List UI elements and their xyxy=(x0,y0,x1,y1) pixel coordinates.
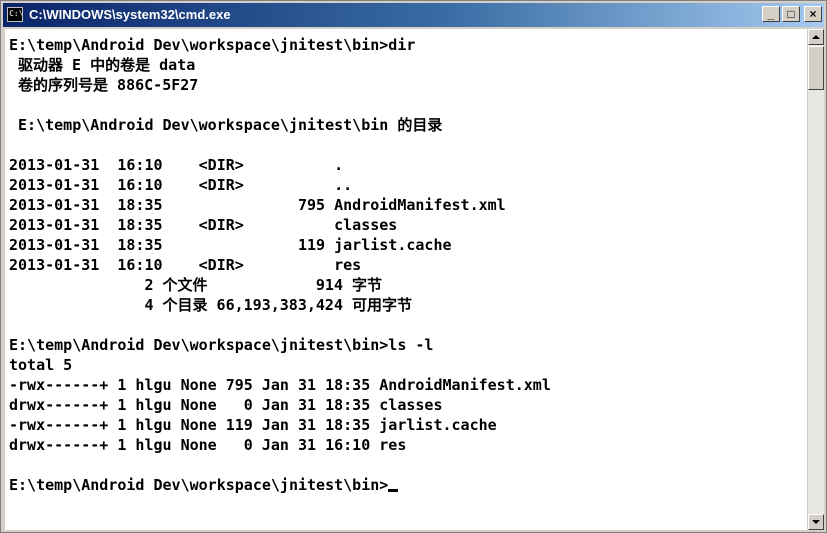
console-line: 2013-01-31 16:10 <DIR> res xyxy=(9,256,362,274)
command-prompt: E:\temp\Android Dev\workspace\jnitest\bi… xyxy=(9,476,389,494)
console-line: 2013-01-31 16:10 <DIR> .. xyxy=(9,176,353,194)
window-controls: _ □ × xyxy=(760,6,822,24)
arrow-down-icon xyxy=(812,520,820,524)
scroll-down-button[interactable] xyxy=(808,514,824,530)
console-line: 驱动器 E 中的卷是 data xyxy=(9,56,196,74)
arrow-up-icon xyxy=(812,35,820,39)
console-line: 2013-01-31 16:10 <DIR> . xyxy=(9,156,344,174)
cmd-window: C:\ C:\WINDOWS\system32\cmd.exe _ □ × E:… xyxy=(0,0,827,533)
console-line: -rwx------+ 1 hlgu None 119 Jan 31 18:35… xyxy=(9,416,497,434)
scrollbar-thumb[interactable] xyxy=(808,46,824,90)
console-line: drwx------+ 1 hlgu None 0 Jan 31 16:10 r… xyxy=(9,436,407,454)
minimize-button[interactable]: _ xyxy=(762,6,780,22)
console-line: drwx------+ 1 hlgu None 0 Jan 31 18:35 c… xyxy=(9,396,443,414)
cmd-app-icon-label: C:\ xyxy=(9,9,24,18)
console-line: 4 个目录 66,193,383,424 可用字节 xyxy=(9,296,413,314)
maximize-icon: □ xyxy=(787,7,795,21)
console-line: 卷的序列号是 886C-5F27 xyxy=(9,76,199,94)
console-line: 2 个文件 914 字节 xyxy=(9,276,383,294)
close-icon: × xyxy=(809,7,817,21)
command-prompt-line[interactable]: E:\temp\Android Dev\workspace\jnitest\bi… xyxy=(9,475,399,495)
maximize-button[interactable]: □ xyxy=(782,6,800,22)
scroll-up-button[interactable] xyxy=(808,29,824,45)
title-bar[interactable]: C:\ C:\WINDOWS\system32\cmd.exe _ □ × xyxy=(3,3,824,27)
minimize-icon: _ xyxy=(767,7,775,21)
close-button[interactable]: × xyxy=(804,6,822,22)
console-line: -rwx------+ 1 hlgu None 795 Jan 31 18:35… xyxy=(9,376,551,394)
text-cursor xyxy=(388,489,399,492)
console-line: 2013-01-31 18:35 795 AndroidManifest.xml xyxy=(9,196,506,214)
cmd-app-icon[interactable]: C:\ xyxy=(7,7,23,22)
console-line: total 5 xyxy=(9,356,73,374)
console-line: E:\temp\Android Dev\workspace\jnitest\bi… xyxy=(9,116,443,134)
vertical-scrollbar[interactable] xyxy=(808,29,824,530)
console-line: 2013-01-31 18:35 <DIR> classes xyxy=(9,216,398,234)
console-line: E:\temp\Android Dev\workspace\jnitest\bi… xyxy=(9,36,416,54)
console-line: 2013-01-31 18:35 119 jarlist.cache xyxy=(9,236,452,254)
console-output[interactable]: E:\temp\Android Dev\workspace\jnitest\bi… xyxy=(5,29,807,530)
console-line: E:\temp\Android Dev\workspace\jnitest\bi… xyxy=(9,336,434,354)
window-title: C:\WINDOWS\system32\cmd.exe xyxy=(29,7,231,22)
